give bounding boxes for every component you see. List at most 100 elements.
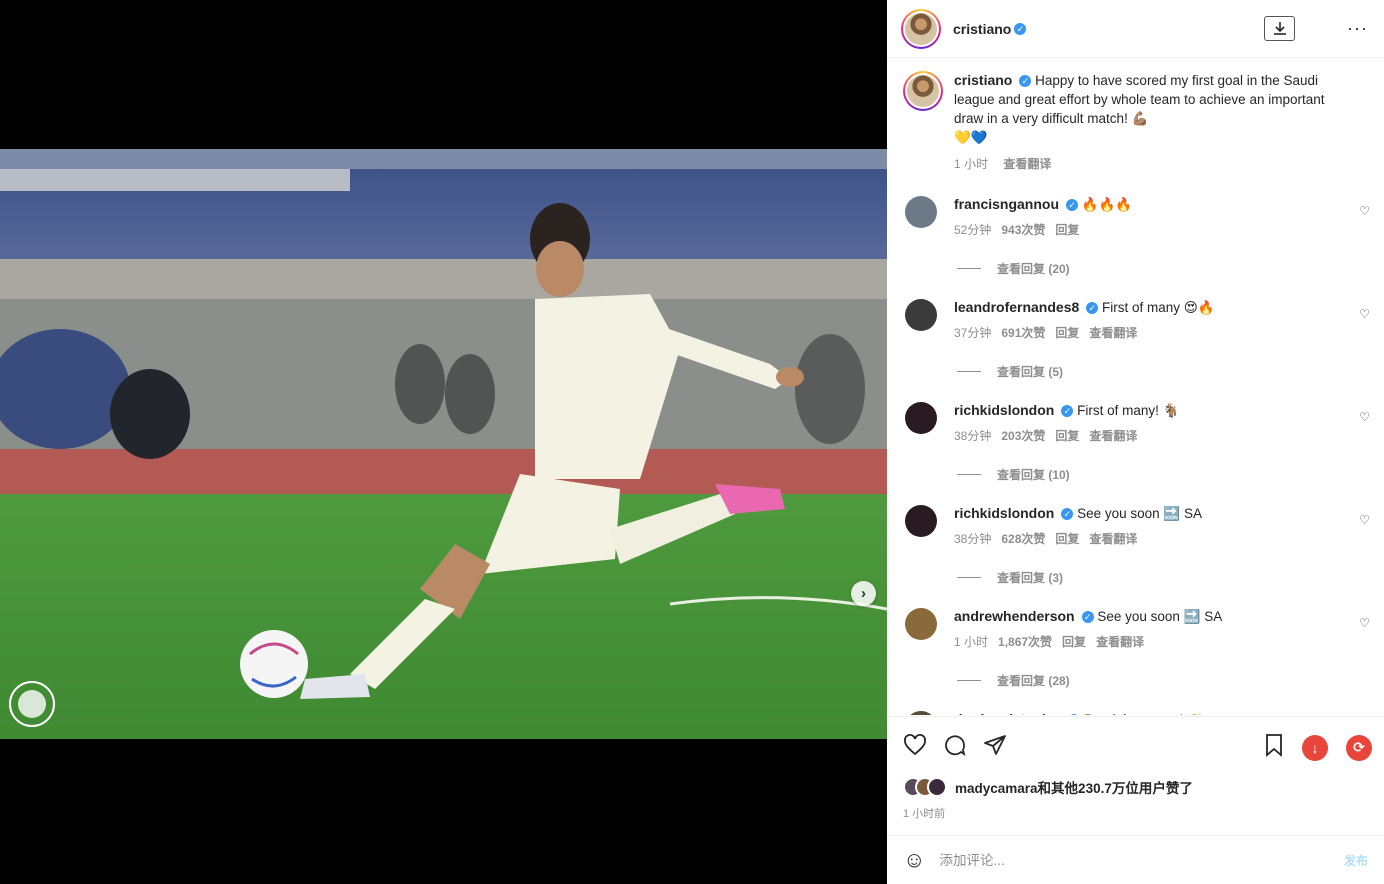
comment-icon <box>945 735 966 757</box>
comment-thread: richkidslondon ✓ First of many! 🐐 38分钟 203次… <box>903 402 1370 483</box>
reply-button[interactable]: 回复 <box>1062 635 1086 649</box>
commenter-avatar[interactable] <box>905 711 937 715</box>
verified-badge-icon: ✓ <box>1081 611 1094 623</box>
caption-translate-link[interactable]: 查看翻译 <box>1003 157 1051 171</box>
comment-input[interactable] <box>939 852 1344 868</box>
comment-likes[interactable]: 943次赞 <box>1001 223 1045 237</box>
like-button[interactable] <box>903 733 927 757</box>
comment-like-icon[interactable]: ♡ <box>1359 410 1370 424</box>
comment-item: leandrofernandes8 ✓ First of many 😍🔥 37分钟 6… <box>903 299 1370 341</box>
heart-icon <box>904 734 926 756</box>
comment-likes[interactable]: 1,867次赞 <box>998 635 1052 649</box>
liker-avatars <box>903 777 947 797</box>
comment-like-icon[interactable]: ♡ <box>1359 307 1370 321</box>
comment-item: richkidslondon ✓ First of many! 🐐 38分钟 203次… <box>903 402 1370 444</box>
comment-threads: francisngannou ✓ 🔥🔥🔥 52分钟 943次赞 回复 ♡ 查看回复 (20)… <box>903 196 1370 715</box>
author-avatar[interactable] <box>901 8 941 49</box>
commenter-avatar[interactable] <box>905 402 937 434</box>
commenter-avatar[interactable] <box>905 505 937 537</box>
emoji-icon[interactable]: ☺ <box>903 847 925 873</box>
view-replies-link[interactable]: 查看回复 (20) <box>957 260 1370 277</box>
post-side-panel: cristiano ✓ ··· cristiano ✓ Happy to have… <box>887 0 1384 884</box>
comment-thread: leandrofernandes8 ✓ First of many 😍🔥 37分钟 6… <box>903 299 1370 380</box>
verified-badge-icon: ✓ <box>1068 714 1081 715</box>
comment-item: francisngannou ✓ 🔥🔥🔥 52分钟 943次赞 回复 ♡ <box>903 196 1370 238</box>
commenter-avatar[interactable] <box>905 196 937 228</box>
comment-likes[interactable]: 203次赞 <box>1001 429 1045 443</box>
comment-like-icon[interactable]: ♡ <box>1359 513 1370 527</box>
author-username[interactable]: cristiano <box>953 21 1011 37</box>
bookmark-icon <box>1266 734 1282 757</box>
view-replies-link[interactable]: 查看回复 (28) <box>957 672 1370 689</box>
post-photo[interactable]: › <box>0 149 887 739</box>
comment-text: See you soon 🔜 SA <box>1097 609 1223 624</box>
commenter-username[interactable]: drmiguelstanley <box>954 711 1061 715</box>
view-replies-link[interactable]: 查看回复 (3) <box>957 569 1370 586</box>
post-comment-button[interactable]: 发布 <box>1344 852 1368 869</box>
post-header: cristiano ✓ ··· <box>887 0 1384 58</box>
send-icon <box>984 735 1006 755</box>
comments-list[interactable]: cristiano ✓ Happy to have scored my first… <box>887 59 1384 715</box>
commenter-username[interactable]: andrewhenderson <box>954 608 1075 624</box>
comment-thread: andrewhenderson ✓ See you soon 🔜 SA 1 小时 1,… <box>903 608 1370 689</box>
comment-item: richkidslondon ✓ See you soon 🔜 SA 38分钟 628… <box>903 505 1370 547</box>
translate-link[interactable]: 查看翻译 <box>1089 326 1137 340</box>
post-caption: cristiano ✓ Happy to have scored my first… <box>903 71 1370 174</box>
commenter-username[interactable]: francisngannou <box>954 196 1059 212</box>
commenter-username[interactable]: leandrofernandes8 <box>954 299 1079 315</box>
comment-likes[interactable]: 691次赞 <box>1001 326 1045 340</box>
likes-text: madycamara和其他230.7万位用户赞了 <box>955 781 1193 796</box>
instagram-post-viewer: › cristiano ✓ ··· cristiano ✓ Happy to h… <box>0 0 1384 884</box>
translate-link[interactable]: 查看翻译 <box>1089 429 1137 443</box>
post-actions: ↓ ⟳ madycamara和其他230.7万位用户赞了 1 小时前 <box>887 716 1384 836</box>
reply-button[interactable]: 回复 <box>1055 223 1079 237</box>
view-replies-link[interactable]: 查看回复 (10) <box>957 466 1370 483</box>
download-extension-icon[interactable]: ↓ <box>1302 734 1328 761</box>
verified-badge-icon: ✓ <box>1086 302 1099 314</box>
more-options-button[interactable]: ··· <box>1347 16 1368 40</box>
download-button[interactable] <box>1264 16 1295 41</box>
caption-time: 1 小时 <box>954 157 989 171</box>
commenter-username[interactable]: richkidslondon <box>954 505 1054 521</box>
comment-text: See you soon 🔜 SA <box>1077 506 1202 521</box>
verified-badge-icon: ✓ <box>1061 508 1074 520</box>
comment-text: First of many! 🐐 <box>1077 403 1180 418</box>
commenter-username[interactable]: richkidslondon <box>954 402 1054 418</box>
post-photo-illustration <box>0 149 887 739</box>
likes-summary[interactable]: madycamara和其他230.7万位用户赞了 <box>887 777 1384 797</box>
translate-link[interactable]: 查看翻译 <box>1089 532 1137 546</box>
comment-text: Parabéns mano! 👏 <box>1084 712 1204 715</box>
comment-time: 38分钟 <box>954 429 992 443</box>
verified-badge-icon: ✓ <box>1014 22 1027 35</box>
comment-likes[interactable]: 628次赞 <box>1001 532 1045 546</box>
comment-item: andrewhenderson ✓ See you soon 🔜 SA 1 小时 1,… <box>903 608 1370 650</box>
reply-button[interactable]: 回复 <box>1055 326 1079 340</box>
comment-button[interactable] <box>943 733 967 757</box>
translate-link[interactable]: 查看翻译 <box>1096 635 1144 649</box>
media-pane: › <box>0 0 887 884</box>
add-comment-bar: ☺ 发布 <box>887 835 1384 884</box>
reply-button[interactable]: 回复 <box>1055 532 1079 546</box>
next-image-button[interactable]: › <box>851 581 876 606</box>
comment-time: 52分钟 <box>954 223 992 237</box>
view-replies-link[interactable]: 查看回复 (5) <box>957 363 1370 380</box>
comment-time: 38分钟 <box>954 532 992 546</box>
share-button[interactable] <box>983 733 1007 757</box>
verified-badge-icon: ✓ <box>1066 199 1079 211</box>
comment-thread: drmiguelstanley✓ Parabéns mano! 👏♡ <box>903 711 1370 715</box>
reply-button[interactable]: 回复 <box>1055 429 1079 443</box>
caption-author-avatar[interactable] <box>903 71 943 111</box>
comment-like-icon[interactable]: ♡ <box>1359 616 1370 630</box>
save-button[interactable] <box>1264 733 1284 762</box>
comment-time: 37分钟 <box>954 326 992 340</box>
download-icon <box>1273 21 1286 35</box>
refresh-extension-icon[interactable]: ⟳ <box>1346 734 1372 761</box>
commenter-avatar[interactable] <box>905 299 937 331</box>
caption-hearts: 💛💙 <box>954 130 988 145</box>
comment-thread: richkidslondon ✓ See you soon 🔜 SA 38分钟 628… <box>903 505 1370 586</box>
commenter-avatar[interactable] <box>905 608 937 640</box>
comment-like-icon[interactable]: ♡ <box>1359 204 1370 218</box>
caption-username[interactable]: cristiano <box>954 72 1012 88</box>
comment-text: First of many 😍🔥 <box>1102 300 1215 315</box>
verified-badge-icon: ✓ <box>1061 405 1074 417</box>
